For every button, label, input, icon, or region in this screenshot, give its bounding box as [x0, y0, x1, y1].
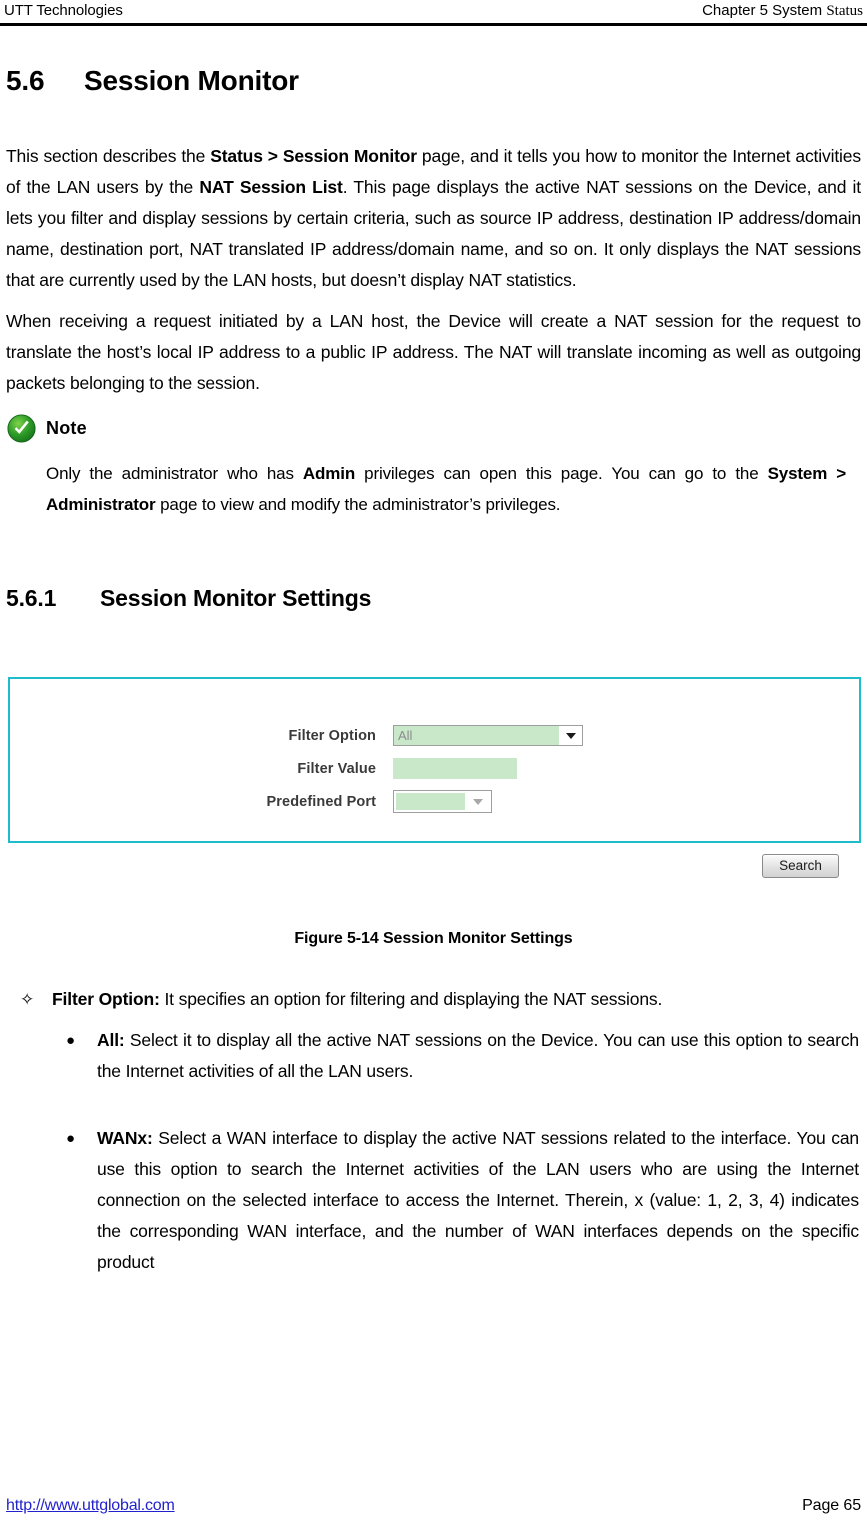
search-button-row: Search [8, 854, 861, 879]
filter-option-wanx-list: ● WANx: Select a WAN interface to display… [6, 1123, 861, 1278]
intro-p1-bold-2: NAT Session List [199, 176, 343, 197]
filter-option-label: Filter Option [288, 727, 376, 744]
intro-p1-bold-1: Status > Session Monitor [210, 145, 417, 166]
predefined-port-value [396, 793, 465, 811]
filter-value-row: Filter Value [10, 752, 859, 785]
filter-option-dropdown-button[interactable] [559, 726, 582, 746]
note-part-d: page to view and modify the administrato… [155, 494, 561, 514]
filter-form: Filter Option All Filter Value Predefine… [10, 719, 859, 818]
list-item-wanx: ● WANx: Select a WAN interface to display… [58, 1123, 861, 1278]
header-chapter-suffix: Status [826, 3, 863, 19]
page-footer: http://www.uttglobal.com Page 65 [0, 1497, 867, 1515]
list-item-filter-option: ✧ Filter Option: It specifies an option f… [6, 984, 861, 1015]
filter-option-term: Filter Option: [52, 989, 160, 1010]
header-chapter-main: Chapter 5 System [702, 2, 827, 19]
list-item-all: ● All: Select it to display all the activ… [58, 1025, 861, 1087]
filter-value-input[interactable] [393, 758, 517, 780]
figure-caption: Figure 5-14 Session Monitor Settings [294, 930, 573, 948]
search-button[interactable]: Search [762, 854, 839, 879]
chevron-down-icon [565, 732, 576, 739]
filter-option-value: All [394, 726, 559, 746]
filter-option-desc: It specifies an option for filtering and… [159, 989, 663, 1010]
intro-paragraph-1: This section describes the Status > Sess… [6, 141, 861, 296]
filter-option-select[interactable]: All [393, 725, 583, 747]
subsection-heading: 5.6.1 Session Monitor Settings [6, 584, 861, 611]
intro-paragraph-2: When receiving a request initiated by a … [6, 310, 861, 393]
session-monitor-settings-panel: Filter Option All Filter Value Predefine… [8, 677, 861, 844]
note-bold-1: Admin [302, 463, 356, 483]
note-body: Only the administrator who has Admin pri… [46, 458, 846, 520]
predefined-port-select[interactable] [393, 790, 492, 814]
all-desc: Select it to display all the active NAT … [97, 1030, 859, 1082]
note-part-c: privileges can open this page. You can g… [355, 463, 768, 483]
round-bullet-icon: ● [66, 1032, 75, 1050]
header-company-name: UTT Technologies [4, 2, 123, 19]
predefined-port-dropdown-button[interactable] [465, 791, 491, 813]
section-title-text: Session Monitor [84, 65, 299, 96]
section-number: 5.6 [6, 65, 45, 96]
all-term: All: [97, 1030, 125, 1051]
filter-value-label: Filter Value [297, 760, 376, 777]
chevron-down-icon [473, 798, 483, 805]
intro-p1-part-a: This section describes the [6, 145, 211, 166]
section-heading: 5.6 Session Monitor [6, 65, 861, 97]
predefined-port-label: Predefined Port [266, 793, 376, 810]
filter-option-row: Filter Option All [10, 719, 859, 752]
note-label: Note [46, 417, 87, 438]
note-heading: Note [6, 413, 861, 444]
subsection-number: 5.6.1 [6, 584, 57, 611]
subsection-title-text: Session Monitor Settings [100, 584, 372, 611]
filter-option-list: ✧ Filter Option: It specifies an option f… [6, 984, 861, 1015]
note-check-icon [7, 414, 36, 443]
header-chapter-title: Chapter 5 System Status [702, 2, 863, 20]
footer-page-number: Page 65 [802, 1497, 861, 1514]
wanx-term: WANx: [97, 1128, 153, 1149]
wanx-desc: Select a WAN interface to display the ac… [97, 1128, 859, 1273]
footer-website-link[interactable]: http://www.uttglobal.com [6, 1497, 175, 1515]
document-content: 5.6 Session Monitor This section describe… [0, 26, 867, 1278]
diamond-bullet-icon: ✧ [20, 990, 35, 1010]
predefined-port-row: Predefined Port [10, 785, 859, 818]
filter-option-values-list: ● All: Select it to display all the activ… [6, 1025, 861, 1087]
round-bullet-icon: ● [66, 1130, 75, 1148]
note-part-a: Only the administrator who has [46, 463, 303, 483]
